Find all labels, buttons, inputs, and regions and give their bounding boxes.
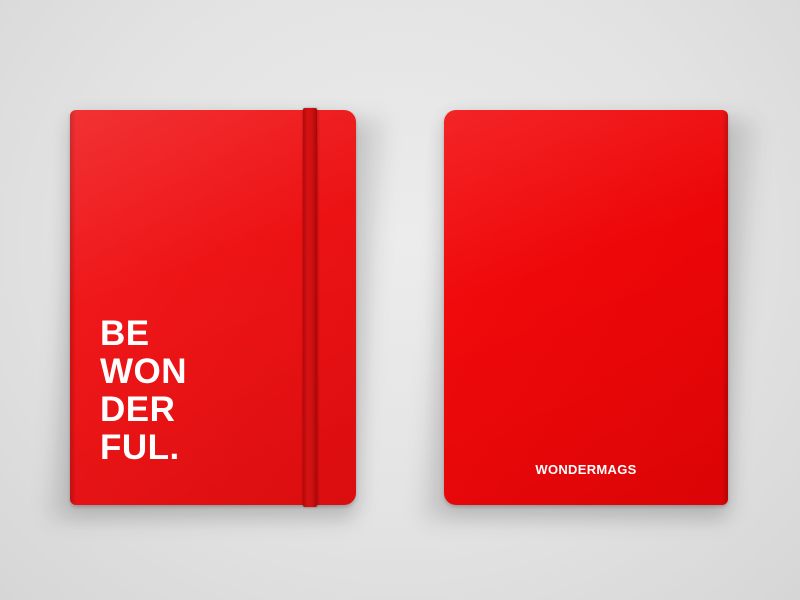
notebook-front-cover: BE WON DER FUL. [70, 108, 356, 507]
slogan-line-1: BE [100, 314, 150, 353]
front-cover-spine [70, 110, 76, 505]
product-mockup-scene: BE WON DER FUL. WONDERMAGS [0, 0, 800, 600]
slogan-text: BE WON DER FUL. [100, 315, 187, 467]
notebook-back-cover: WONDERMAGS [444, 110, 728, 505]
back-cover-sheen [444, 110, 728, 505]
slogan-line-3: DER [100, 390, 176, 429]
slogan-line-4: FUL. [100, 428, 180, 467]
brand-name: WONDERMAGS [535, 462, 637, 477]
elastic-band [303, 108, 317, 507]
slogan-line-2: WON [100, 352, 188, 391]
back-cover-spine [722, 110, 728, 505]
